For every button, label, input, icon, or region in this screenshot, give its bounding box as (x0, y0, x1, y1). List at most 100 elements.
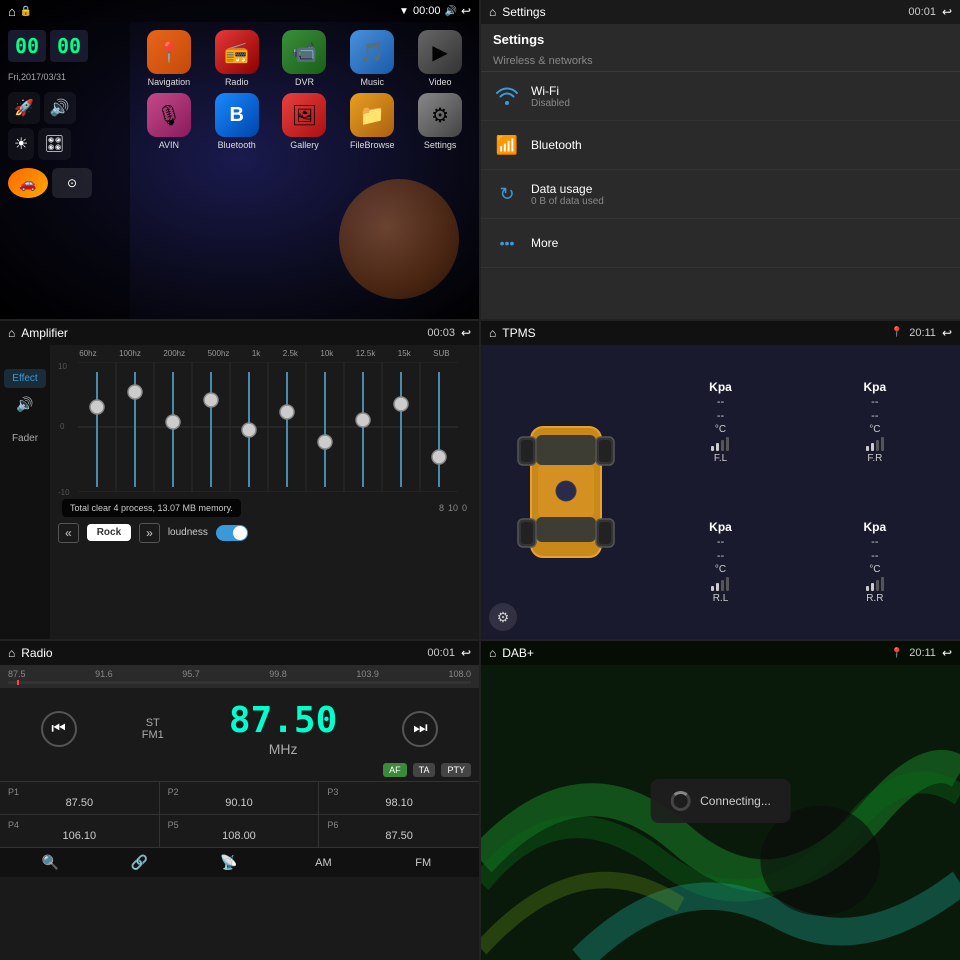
settings-wifi-item[interactable]: Wi-Fi Disabled (481, 72, 960, 121)
radio-preset-p2[interactable]: P2 90.10 (160, 782, 320, 815)
sidebar-rocket-btn[interactable]: 🚀 (8, 92, 40, 124)
radio-preset-p5[interactable]: P5 108.00 (160, 815, 320, 847)
preset-p6-label: P6 (327, 820, 471, 830)
amp-home-icon[interactable]: ⌂ (8, 326, 15, 340)
radio-preset-p3[interactable]: P3 98.10 (319, 782, 479, 815)
home-icon[interactable]: ⌂ (8, 4, 16, 19)
radio-am-btn[interactable]: AM (309, 855, 338, 871)
radio-presets: P1 87.50 P2 90.10 P3 98.10 P4 106.10 P5 … (0, 781, 479, 847)
lock-icon: 🔒 (20, 6, 32, 17)
tpms-title: TPMS (502, 326, 535, 340)
back-icon[interactable]: ↩ (461, 4, 471, 18)
avin-label: AVIN (159, 140, 179, 150)
amp-bar-left: ⌂ Amplifier (8, 326, 68, 340)
app-radio[interactable]: 📻 Radio (206, 30, 268, 87)
app-avin[interactable]: 🎙 AVIN (138, 93, 200, 150)
dab-status-bar: ⌂ DAB+ 📍 20:11 ↩ (481, 641, 960, 665)
eq-preset-name[interactable]: Rock (87, 524, 131, 541)
panel-dab: ⌂ DAB+ 📍 20:11 ↩ Connecting... (481, 641, 960, 960)
gallery-icon: 🖼 (282, 93, 326, 137)
tpms-back-icon[interactable]: ↩ (942, 326, 952, 340)
eq-label-7: 12.5k (356, 349, 376, 358)
app-video[interactable]: ▶ Video (409, 30, 471, 87)
app-navigation[interactable]: 📍 Navigation (138, 30, 200, 87)
app-dvr[interactable]: 📹 DVR (274, 30, 336, 87)
radio-prev-button[interactable]: ⏮ (41, 711, 77, 747)
sidebar-eq-btn[interactable]: 🎛 (38, 128, 70, 160)
tpms-rr-kpa-label: Kpa (863, 520, 886, 534)
radio-pty-btn[interactable]: PTY (441, 763, 471, 777)
app-gallery[interactable]: 🖼 Gallery (274, 93, 336, 150)
amp-effect-btn[interactable]: Effect (4, 369, 46, 388)
settings-more-name: More (531, 236, 948, 250)
home-content: 00 00 Fri,2017/03/31 🚀 🔊 ☀ 🎛 🚗 ⊙ (0, 22, 479, 319)
radio-antenna-icon[interactable]: 📡 (220, 854, 237, 871)
eq-prev-btn[interactable]: « (58, 523, 79, 543)
radio-af-btn[interactable]: AF (383, 763, 407, 777)
settings-wifi-name: Wi-Fi (531, 84, 948, 98)
eq-controls: « Rock » loudness (58, 519, 471, 547)
tpms-fr-temp-val: -- (871, 410, 878, 422)
status-bar-left: ⌂ 🔒 (8, 4, 32, 19)
amp-volume-icon[interactable]: 🔊 (4, 392, 46, 417)
tpms-fr-temp-unit: °C (869, 424, 880, 435)
dab-connecting-text: Connecting... (700, 794, 771, 808)
sig-bar-rr-2 (871, 583, 874, 591)
toggle-knob (233, 526, 247, 540)
radio-preset-p1[interactable]: P1 87.50 (0, 782, 160, 815)
freq-108: 108.0 (448, 669, 471, 679)
radio-mode-buttons: AF TA PTY (0, 763, 479, 781)
tpms-fl: Kpa -- -- °C F.L (643, 353, 797, 492)
tpms-rl-signal (711, 577, 729, 591)
settings-data-item[interactable]: ↻ Data usage 0 B of data used (481, 170, 960, 219)
radio-fm-btn[interactable]: FM (409, 855, 437, 871)
eq-scale-8: 8 (439, 503, 444, 513)
settings-title-bar: Settings (502, 5, 545, 19)
dab-back-icon[interactable]: ↩ (942, 646, 952, 660)
loudness-toggle[interactable] (216, 525, 248, 541)
tpms-car-center (489, 353, 643, 632)
radio-bar-left: ⌂ Radio (8, 646, 53, 660)
freq-103: 103.9 (356, 669, 379, 679)
sig-bar-fr-4 (881, 437, 884, 451)
radio-status-bar: ⌂ Radio 00:01 ↩ (0, 641, 479, 665)
radio-home-icon[interactable]: ⌂ (8, 646, 15, 660)
amp-fader-btn[interactable]: Fader (4, 429, 46, 448)
settings-back-icon[interactable]: ↩ (942, 5, 952, 19)
eq-scale-neg10: -10 (58, 488, 70, 497)
amp-back-icon[interactable]: ↩ (461, 326, 471, 340)
radio-bt-icon[interactable]: 🔗 (131, 854, 148, 871)
loudness-label: loudness (168, 527, 208, 538)
tpms-fr: Kpa -- -- °C F.R (798, 353, 952, 492)
sidebar-menu-btn[interactable]: ⊙ (52, 168, 92, 198)
sidebar-car-btn[interactable]: 🚗 (8, 168, 48, 198)
eq-container: 10 0 -10 (78, 362, 471, 497)
settings-home-icon[interactable]: ⌂ (489, 5, 496, 19)
filebrowse-label: FileBrowse (350, 140, 395, 150)
tpms-home-icon[interactable]: ⌂ (489, 326, 496, 340)
app-music[interactable]: 🎵 Music (341, 30, 403, 87)
radio-next-button[interactable]: ⏭ (402, 711, 438, 747)
dab-bar-left: ⌂ DAB+ (489, 646, 534, 660)
radio-ta-btn[interactable]: TA (413, 763, 436, 777)
sidebar-brightness-btn[interactable]: ☀ (8, 128, 34, 160)
app-settings[interactable]: ⚙ Settings (409, 93, 471, 150)
app-filebrowse[interactable]: 📁 FileBrowse (341, 93, 403, 150)
radio-freq-display: 87.50 MHz (229, 700, 337, 757)
radio-band: FM1 (142, 729, 164, 741)
eq-scale-0b: 0 (462, 503, 467, 513)
radio-preset-p4[interactable]: P4 106.10 (0, 815, 160, 847)
settings-more-item[interactable]: ••• More (481, 219, 960, 268)
radio-back-icon[interactable]: ↩ (461, 646, 471, 660)
settings-more-icon: ••• (493, 229, 521, 257)
eq-next-btn[interactable]: » (139, 523, 160, 543)
sig-bar-3 (721, 440, 724, 451)
dab-home-icon[interactable]: ⌂ (489, 646, 496, 660)
app-bluetooth[interactable]: B Bluetooth (206, 93, 268, 150)
sidebar-volume-btn[interactable]: 🔊 (44, 92, 76, 124)
settings-bt-item[interactable]: 📶 Bluetooth (481, 121, 960, 170)
sig-bar-fr-3 (876, 440, 879, 451)
sig-bar-fr-2 (871, 443, 874, 451)
radio-search-icon[interactable]: 🔍 (42, 854, 59, 871)
radio-preset-p6[interactable]: P6 87.50 (319, 815, 479, 847)
